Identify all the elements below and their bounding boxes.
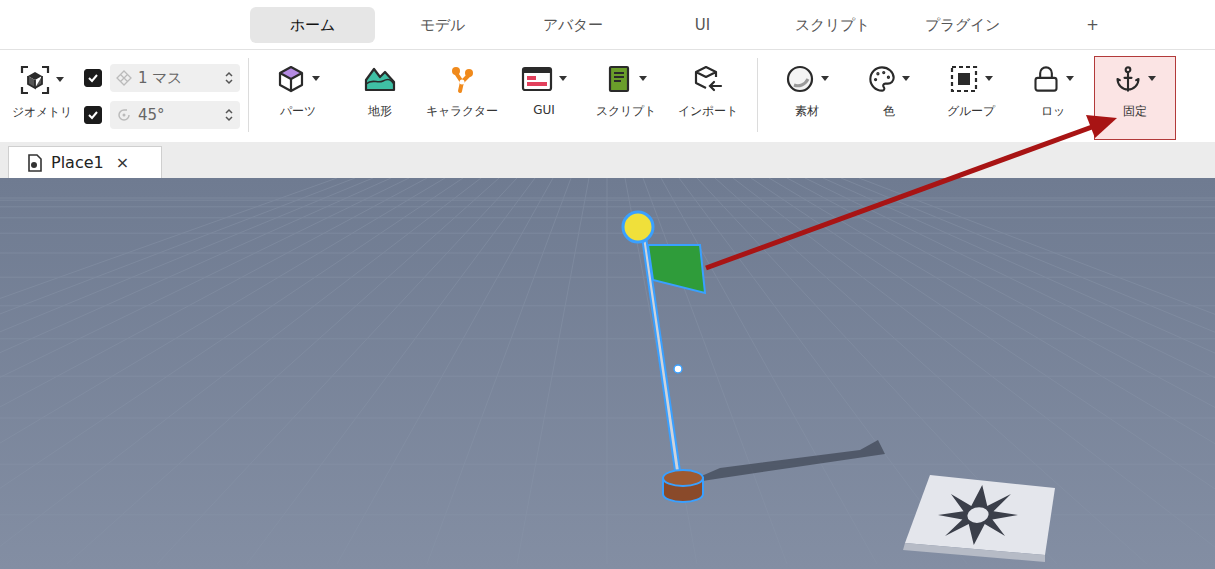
callout-arrow-icon [0, 0, 1215, 569]
tool-button[interactable]: 素材 [766, 50, 848, 142]
dropdown-caret-icon[interactable] [639, 76, 647, 82]
toolbar: ジオメトリ 1 マス 45° パーツ地形キャラクターGUIスクリプトインポート素材色グ… [0, 50, 1215, 142]
dropdown-caret-icon[interactable] [56, 77, 64, 83]
ribbon-tab[interactable]: UI [640, 7, 765, 43]
rotate-snap-icon [116, 107, 132, 123]
snap-checkbox[interactable] [84, 106, 102, 124]
tool-group: 素材色グループロッ固定 [766, 50, 1176, 142]
spinner-arrows-icon[interactable] [224, 70, 234, 86]
toolbar-separator [757, 58, 758, 132]
studio-window: ホームモデルアバターUIスクリプトプラグイン+ジオメトリ1 マス45°パーツ地形… [0, 0, 1215, 569]
snap-row: 45° [84, 101, 240, 129]
anchor-icon [1114, 65, 1142, 93]
part-cube-icon [276, 64, 306, 94]
script-document-icon [605, 64, 633, 94]
tool-button[interactable]: 色 [848, 50, 930, 142]
spinner-arrows-icon[interactable] [224, 107, 234, 123]
tool-button[interactable]: GUI [503, 50, 585, 142]
grid-snap-icon [116, 70, 132, 86]
terrain-mountain-icon [363, 64, 397, 94]
dropdown-caret-icon[interactable] [559, 76, 567, 82]
spawn-location[interactable] [903, 475, 1055, 562]
snap-checkbox[interactable] [84, 69, 102, 87]
snap-field[interactable]: 1 マス [110, 64, 240, 92]
group-icon [949, 64, 979, 94]
tool-button[interactable]: グループ [930, 50, 1012, 142]
tool-button[interactable]: パーツ [257, 50, 339, 142]
dropdown-caret-icon[interactable] [821, 76, 829, 82]
tool-button[interactable]: インポート [667, 50, 749, 142]
import-box-icon [693, 64, 723, 94]
ribbon-tab[interactable]: アバター [510, 7, 635, 43]
ribbon-tab[interactable]: モデル [380, 7, 505, 43]
document-tab-strip: Place1× [0, 142, 1215, 178]
tool-group: パーツ地形キャラクターGUIスクリプトインポート [257, 50, 749, 142]
ribbon-tab[interactable]: + [1030, 7, 1155, 43]
tool-button[interactable]: ロッ [1012, 50, 1094, 142]
ribbon-tab-bar: ホームモデルアバターUIスクリプトプラグイン+ [0, 0, 1215, 50]
ribbon-tab[interactable]: スクリプト [770, 7, 895, 43]
toolbar-separator [248, 58, 249, 132]
flag[interactable] [623, 212, 705, 502]
material-sphere-icon [785, 64, 815, 94]
tool-button[interactable]: キャラクター [421, 50, 503, 142]
tool-button[interactable]: 地形 [339, 50, 421, 142]
ribbon-tab[interactable]: ホーム [250, 7, 375, 43]
place-document-icon [27, 154, 43, 172]
viewport-scene[interactable] [0, 178, 1215, 564]
gui-window-icon [521, 64, 553, 94]
dropdown-caret-icon[interactable] [985, 76, 993, 82]
geometry-button[interactable]: ジオメトリ [6, 50, 78, 142]
character-icon [447, 64, 477, 94]
lock-icon [1032, 65, 1060, 93]
document-tab[interactable]: Place1× [8, 146, 162, 178]
dropdown-caret-icon[interactable] [1066, 76, 1074, 82]
dropdown-caret-icon[interactable] [312, 76, 320, 82]
geometry-cube-icon [20, 65, 50, 95]
snap-field[interactable]: 45° [110, 101, 240, 129]
viewport[interactable] [0, 178, 1215, 569]
color-palette-icon [868, 65, 896, 93]
check-icon [87, 109, 99, 121]
check-icon [87, 72, 99, 84]
tool-button[interactable]: 固定 [1094, 56, 1176, 140]
geometry-group: ジオメトリ 1 マス 45° [0, 50, 240, 142]
close-tab-button[interactable]: × [116, 153, 129, 172]
snap-row: 1 マス [84, 64, 240, 92]
dropdown-caret-icon[interactable] [902, 76, 910, 82]
tool-button[interactable]: スクリプト [585, 50, 667, 142]
dropdown-caret-icon[interactable] [1148, 76, 1156, 82]
ribbon-tab[interactable]: プラグイン [900, 7, 1025, 43]
